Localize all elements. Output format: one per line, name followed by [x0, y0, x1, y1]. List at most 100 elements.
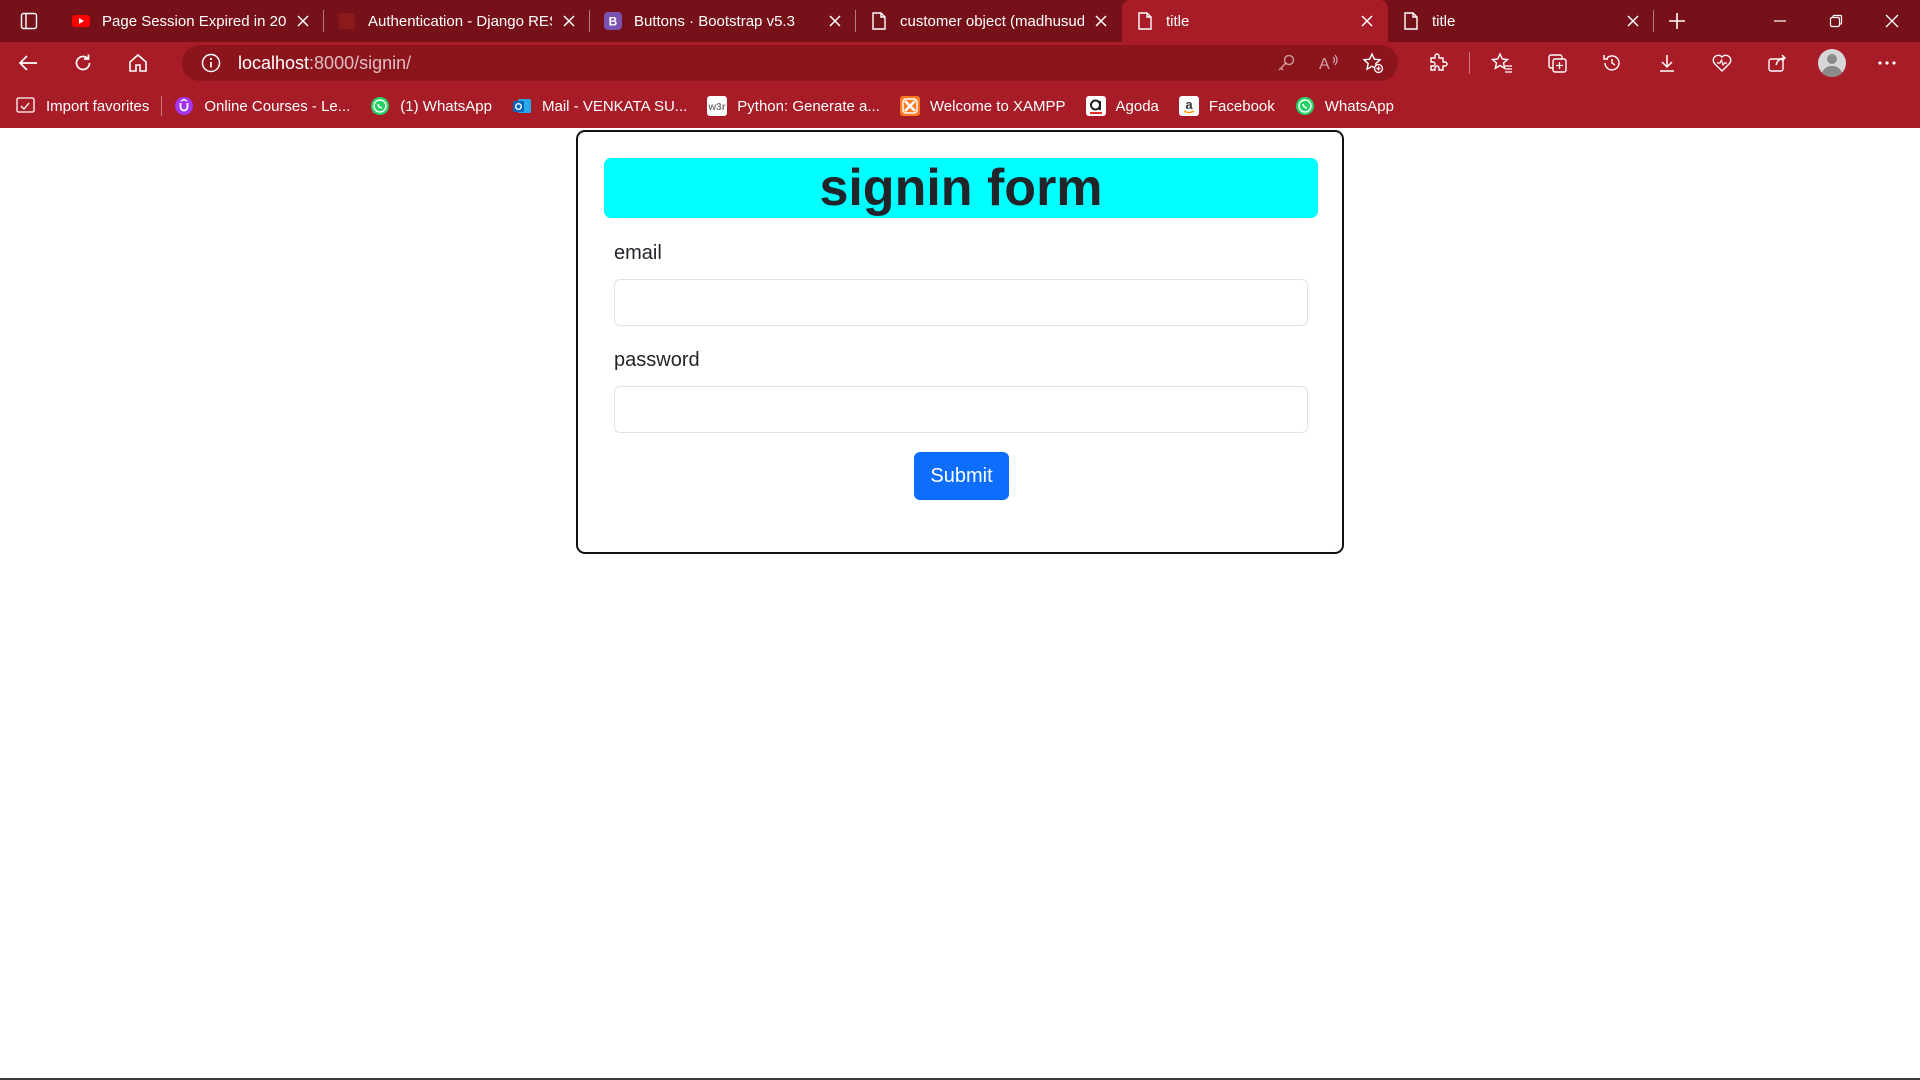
tab-django-rest[interactable]: Authentication - Django RES — [324, 0, 590, 42]
bookmark-import-favorites[interactable]: Import favorites — [16, 96, 149, 116]
bookmarks-separator — [161, 96, 163, 116]
close-icon — [1885, 14, 1899, 28]
bookmark-python-generate[interactable]: w3r Python: Generate a... — [707, 96, 880, 116]
address-bar-actions: A — [1276, 45, 1384, 81]
bookmark-xampp[interactable]: Welcome to XAMPP — [899, 96, 1066, 116]
close-icon[interactable] — [1624, 12, 1642, 30]
avatar — [1817, 49, 1846, 77]
minimize-icon — [1774, 20, 1786, 22]
performance-button[interactable] — [1694, 42, 1749, 84]
udemy-icon — [174, 96, 194, 116]
page-icon — [1402, 12, 1420, 30]
heart-pulse-icon — [1712, 54, 1731, 72]
svg-text:A: A — [1319, 56, 1330, 73]
url-host: localhost — [238, 52, 310, 73]
read-aloud-icon[interactable]: A — [1318, 53, 1340, 73]
bookmark-label: Facebook — [1208, 97, 1275, 115]
home-button[interactable] — [110, 42, 165, 84]
key-icon[interactable] — [1276, 53, 1296, 73]
home-icon — [128, 53, 147, 72]
password-input[interactable] — [614, 386, 1308, 433]
agoda-icon — [1085, 96, 1106, 116]
history-icon — [1602, 55, 1620, 71]
tab-youtube[interactable]: Page Session Expired in 20 S — [58, 0, 324, 42]
close-icon[interactable] — [826, 12, 844, 30]
page-content: signin form email password Submit — [0, 128, 1920, 1080]
restore-icon — [1829, 14, 1843, 28]
new-tab-button[interactable] — [1654, 0, 1700, 42]
page-icon — [1136, 12, 1154, 30]
back-button[interactable] — [0, 42, 55, 84]
share-button[interactable] — [1749, 42, 1804, 84]
bookmark-label: WhatsApp — [1324, 97, 1394, 115]
bookmarks-bar: Import favorites Online Courses - Le... … — [0, 84, 1920, 128]
bookmark-agoda[interactable]: Agoda — [1085, 96, 1159, 116]
settings-menu-button[interactable] — [1859, 42, 1914, 84]
tab-separator — [1653, 10, 1654, 32]
close-icon[interactable] — [560, 12, 578, 30]
youtube-icon — [72, 12, 90, 30]
tab-title: Authentication - Django RES — [368, 12, 552, 30]
tab-title: customer object (madhusud — [900, 12, 1084, 30]
bookmark-label: Welcome to XAMPP — [929, 97, 1066, 115]
bootstrap-icon: B — [604, 12, 622, 30]
xampp-icon — [899, 96, 920, 116]
tab-title: title — [1432, 12, 1456, 30]
back-arrow-icon — [18, 55, 37, 71]
address-url[interactable]: localhost:8000/signin/ — [238, 53, 411, 74]
bookmark-facebook[interactable]: a Facebook — [1178, 96, 1275, 116]
page-icon — [870, 12, 888, 30]
favorites-icon — [1490, 52, 1512, 73]
restore-button[interactable] — [1808, 0, 1864, 42]
bookmark-label: Agoda — [1115, 97, 1159, 115]
add-favorite-icon[interactable] — [1362, 52, 1384, 74]
history-button[interactable] — [1584, 42, 1639, 84]
share-icon — [1767, 54, 1786, 72]
bookmark-whatsapp-2[interactable]: WhatsApp — [1295, 96, 1394, 116]
tab-customer-object[interactable]: customer object (madhusud — [856, 0, 1122, 42]
minimize-button[interactable] — [1752, 0, 1808, 42]
extensions-button[interactable] — [1410, 42, 1465, 84]
close-icon[interactable] — [294, 12, 312, 30]
bookmark-label: Import favorites — [46, 97, 150, 115]
bookmark-mail[interactable]: Mail - VENKATA SU... — [512, 96, 687, 116]
profile-button[interactable] — [1804, 42, 1859, 84]
refresh-button[interactable] — [55, 42, 110, 84]
tab-bootstrap[interactable]: B Buttons · Bootstrap v5.3 — [590, 0, 856, 42]
tab-title: Page Session Expired in 20 S — [102, 12, 286, 30]
close-window-button[interactable] — [1864, 0, 1920, 42]
bookmark-label: Mail - VENKATA SU... — [541, 97, 688, 115]
download-icon — [1659, 55, 1674, 72]
bookmark-label: Online Courses - Le... — [204, 97, 351, 115]
favorites-button[interactable] — [1474, 42, 1529, 84]
w3schools-icon: w3r — [707, 96, 728, 116]
close-icon[interactable] — [1092, 12, 1110, 30]
whatsapp-icon — [370, 96, 390, 116]
tab-title[interactable]: title — [1388, 0, 1654, 42]
downloads-button[interactable] — [1639, 42, 1694, 84]
bookmark-whatsapp-1[interactable]: (1) WhatsApp — [370, 96, 492, 116]
django-rest-icon — [338, 12, 356, 30]
submit-button[interactable]: Submit — [914, 452, 1009, 500]
bookmark-online-courses[interactable]: Online Courses - Le... — [174, 96, 350, 116]
form-title: signin form — [604, 158, 1318, 218]
info-icon[interactable] — [200, 52, 222, 74]
plus-icon — [1669, 13, 1685, 29]
tab-strip: Page Session Expired in 20 S Authenticat… — [0, 0, 1920, 42]
window-controls — [1752, 0, 1920, 42]
tab-title: title — [1166, 12, 1190, 30]
collections-icon — [1547, 54, 1567, 73]
close-icon[interactable] — [1358, 12, 1376, 30]
url-path: :8000/signin/ — [309, 52, 412, 73]
address-bar[interactable]: localhost:8000/signin/ A — [182, 45, 1398, 81]
email-input[interactable] — [614, 279, 1308, 326]
browser-window: Page Session Expired in 20 S Authenticat… — [0, 0, 1920, 1080]
import-icon — [16, 96, 36, 116]
tab-title-active[interactable]: title — [1122, 0, 1388, 42]
email-label: email — [614, 242, 662, 264]
bookmark-label: Python: Generate a... — [737, 97, 880, 115]
more-icon — [1877, 61, 1896, 65]
tab-actions-button[interactable] — [0, 0, 58, 42]
collections-button[interactable] — [1529, 42, 1584, 84]
toolbar-right — [1410, 42, 1914, 84]
